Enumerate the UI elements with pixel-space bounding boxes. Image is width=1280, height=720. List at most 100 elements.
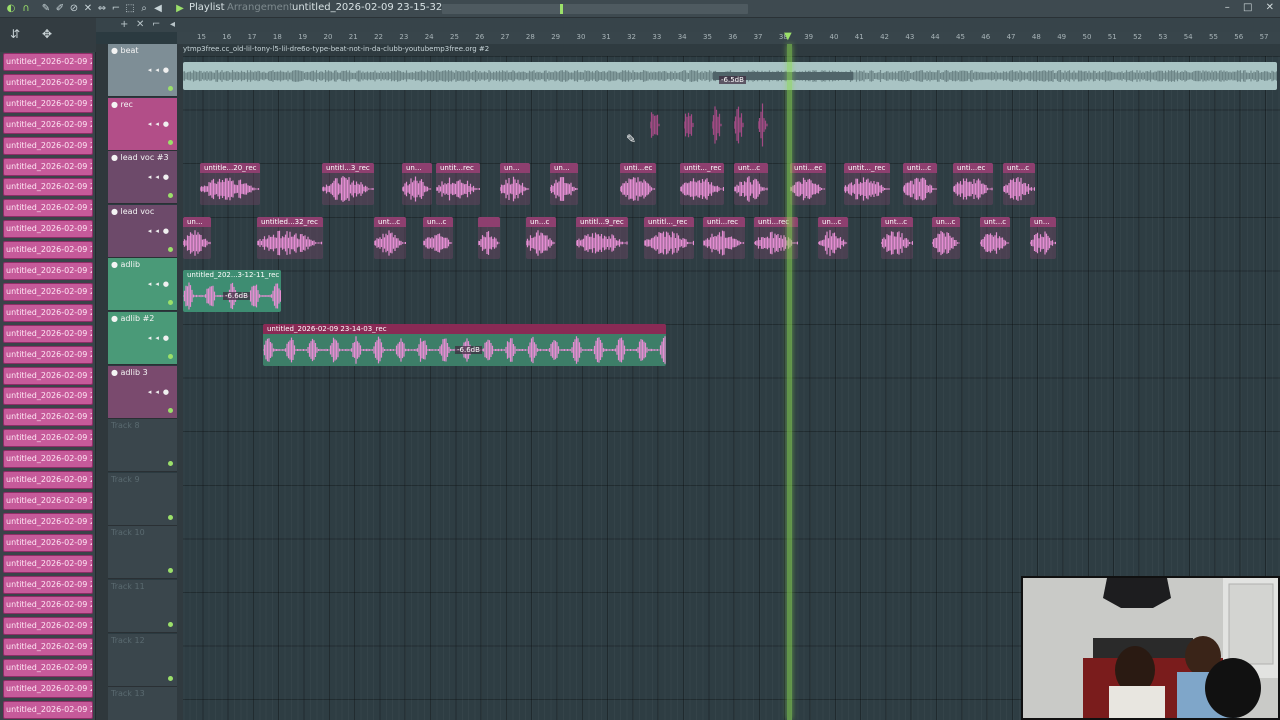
recording-take[interactable] [758,100,768,150]
timeline-ruler[interactable]: 15 16 17 18 19 20 21 22 23 24 25 26 27 28 29 30 31 32 33 34… [177,32,1280,44]
audio-clip[interactable]: unt...c [980,216,1010,259]
audio-clip[interactable]: un... [402,163,432,206]
audio-clip[interactable]: untitl...3_rec [322,163,374,206]
browser-clip-item[interactable]: untitled_2026-02-09 23-... [3,575,93,594]
browser-clip-item[interactable]: untitled_2026-02-09 22-... [3,136,93,155]
audio-clip[interactable]: un...c [526,216,556,259]
audio-clip[interactable]: unt...c [734,163,768,206]
browser-clip-item[interactable]: untitled_2026-02-09 22-... [3,53,93,71]
browser-clip-item[interactable]: untitled_2026-02-09 23-... [3,617,93,636]
zoom-icon[interactable]: ⌕ [138,3,150,15]
browser-clip-item[interactable]: untitled_2026-02-09 23-... [3,366,93,385]
recording-take[interactable] [650,100,660,150]
playback-icon[interactable]: ◀ [152,3,164,15]
track-controls[interactable]: ◂◂● [148,334,173,342]
audio-clip[interactable]: unt...c [1003,163,1035,206]
audio-clip[interactable]: untitl...9_rec [576,216,628,259]
browser-clip-item[interactable]: untitled_2026-02-09 23-... [3,512,93,531]
audio-clip[interactable]: untitled_202...3-12-11_rec -6.6dB [183,270,281,313]
track-controls[interactable]: ◂◂● [148,66,173,74]
magnet-icon[interactable]: ∩ [20,3,32,15]
track-header[interactable]: ● lead voc #3 ◂◂● [108,151,177,205]
audio-clip[interactable]: un... [183,216,211,259]
track-header[interactable]: Track 13 [108,687,177,720]
browser-clip-item[interactable]: untitled_2026-02-09 23-... [3,596,93,615]
track-header[interactable]: ● adlib #2 ◂◂● [108,312,177,365]
browser-clip-item[interactable]: untitled_2026-02-09 23-... [3,345,93,364]
recording-take[interactable] [684,100,694,150]
track-enable-led[interactable] [168,139,173,145]
cross-icon[interactable]: ✕ [136,19,144,31]
audio-clip[interactable] [478,216,500,259]
browser-clip-item[interactable]: untitled_2026-02-09 22-... [3,73,93,92]
browser-clip-item[interactable]: untitled_2026-02-09 23-... [3,429,93,448]
add-icon[interactable]: + [120,19,128,31]
beat-clip[interactable]: -6.5dB [183,62,1277,90]
browser-clip-item[interactable]: untitled_2026-02-09 23-... [3,303,93,322]
play-icon[interactable]: ▶ [174,3,186,15]
track-controls[interactable]: ◂◂● [148,388,173,396]
browser-clip-item[interactable]: untitled_2026-02-09 23-... [3,533,93,552]
mute-icon[interactable]: ✕ [82,3,94,15]
track-header[interactable]: Track 11 [108,580,177,633]
track-header[interactable]: ● rec ◂◂● [108,97,177,151]
audio-clip[interactable]: untitl..._rec [644,216,694,259]
browser-clip-item[interactable]: untitled_2026-02-09 23-... [3,178,93,197]
track-header[interactable]: ● adlib 3 ◂◂● [108,365,177,419]
track-enable-led[interactable] [168,514,173,520]
audio-clip[interactable]: unti...ec [790,163,826,206]
track-header[interactable]: Track 10 [108,526,177,580]
audio-clip[interactable]: unt...c [881,216,913,259]
browser-clip-item[interactable]: untitled_2026-02-09 23-... [3,199,93,218]
track-header[interactable]: ● lead voc ◂◂● [108,204,177,258]
track-header[interactable]: Track 12 [108,633,177,687]
track-enable-led[interactable] [168,622,173,627]
audio-clip[interactable]: un...c [818,216,848,259]
recording-take[interactable] [712,100,722,150]
browser-clip-item[interactable]: untitled_2026-02-09 23-... [3,408,93,427]
slip-icon[interactable]: ⇔ [96,3,108,15]
audio-clip[interactable]: un...c [932,216,960,259]
track-scrollbar[interactable] [96,44,108,720]
slice-icon[interactable]: ⌐ [110,3,122,15]
browser-clip-item[interactable]: untitled_2026-02-09 23-... [3,554,93,573]
delete-icon[interactable]: ⊘ [68,3,80,15]
close-icon[interactable]: ✕ [1266,2,1274,13]
minimize-icon[interactable]: – [1225,2,1230,13]
audio-clip[interactable]: untit..._rec [844,163,890,206]
track-controls[interactable]: ◂◂● [148,227,173,235]
browser-clip-item[interactable]: untitled_2026-02-09 23-... [3,659,93,678]
browser-clip-item[interactable]: untitled_2026-02-09 23-... [3,282,93,301]
browser-clip-item[interactable]: untitled_2026-02-09 23-... [3,680,93,698]
playhead[interactable] [787,44,792,720]
audio-clip[interactable]: untitled...32_rec [257,216,323,259]
recording-take[interactable] [734,100,744,150]
browser-clip-item[interactable]: untitled_2026-02-09 23-... [3,450,93,469]
track-enable-led[interactable] [168,407,173,413]
audio-clip[interactable]: unti...ec [620,163,656,206]
pattern-icon[interactable]: ◐ [5,3,17,15]
audio-clip[interactable]: un... [500,163,530,206]
browser-clip-item[interactable]: untitled_2026-02-09 22-... [3,94,93,113]
browser-clip-item[interactable]: untitled_2026-02-09 23-... [3,157,93,176]
audio-clip[interactable]: untit...rec [436,163,480,206]
browser-clip-item[interactable]: untitled_2026-02-09 23-... [3,491,93,510]
move-icon[interactable]: ✥ [42,27,52,41]
track-enable-led[interactable] [168,461,173,467]
track-enable-led[interactable] [168,300,173,306]
track-controls[interactable]: ◂◂● [148,280,173,288]
snap-icon[interactable]: ◂ [170,19,175,31]
audio-clip[interactable]: unt...c [374,216,406,259]
browser-clip-item[interactable]: untitled_2026-02-09 23-... [3,241,93,260]
browser-clip-item[interactable]: untitled_2026-02-09 23-... [3,387,93,406]
playhead-marker-icon[interactable]: ▼ [784,32,792,42]
track-header[interactable]: Track 9 [108,472,177,526]
browser-clip-item[interactable]: untitled_2026-02-09 23-... [3,638,93,657]
audio-clip[interactable]: unti...ec [953,163,993,206]
track-controls[interactable]: ◂◂● [148,120,173,128]
audio-clip[interactable]: untit..._rec [680,163,724,206]
browser-clip-item[interactable]: untitled_2026-02-09 23-... [3,324,93,343]
browser-clip-item[interactable]: untitled_2026-02-09 23-... [3,471,93,489]
audio-clip[interactable]: untitle...20_rec [200,163,260,206]
audio-clip[interactable]: un... [550,163,578,206]
